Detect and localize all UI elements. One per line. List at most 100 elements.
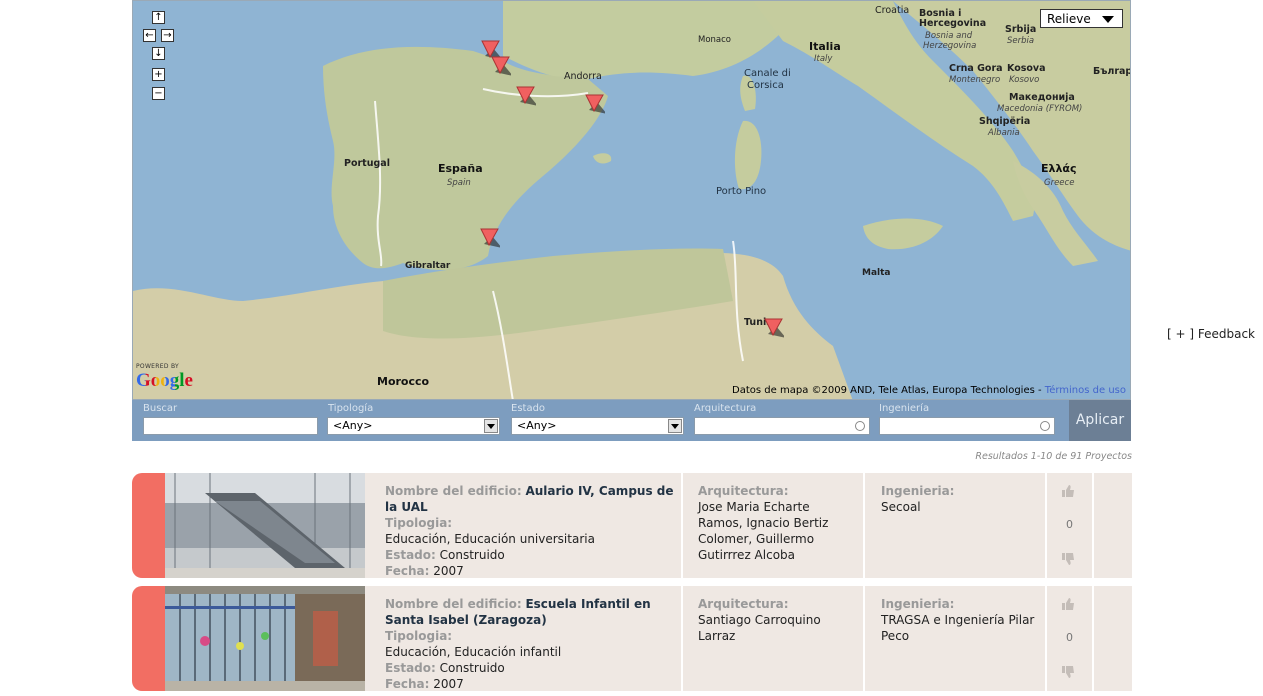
tipologia-select[interactable]: <Any> [327,417,500,435]
result-card: Nombre del edificio: Aulario IV, Campus … [132,473,1132,578]
map-label-macedonia-sub: Macedonia (FYROM) [997,104,1083,114]
map-label-canale: Canale di [744,68,791,79]
map-label-ellas: Ελλάς [1041,162,1077,175]
tipologia-value: Educación, Educación infantil [385,645,562,659]
map-attribution: Datos de mapa ©2009 AND, Tele Atlas, Eur… [732,385,1126,396]
map-marker-pin-icon[interactable] [491,55,511,77]
ingenieria-label: Ingenieria: [881,597,955,611]
estado-select[interactable]: <Any> [511,417,684,435]
building-name-row: Nombre del edificio: Aulario IV, Campus … [385,483,675,515]
apply-button[interactable]: Aplicar [1069,400,1131,441]
estado-label: Estado [511,403,546,414]
map-label-monaco: Monaco [698,35,732,45]
vote-count: 0 [1066,518,1073,531]
vote-count: 0 [1066,631,1073,644]
project-photo[interactable] [165,473,365,578]
ingenieria-input[interactable] [879,417,1055,435]
map-label-gibraltar: Gibraltar [405,261,451,271]
map-label-italia: Italia [809,40,841,53]
autocomplete-indicator-icon [855,421,865,431]
tipologia-value: Educación, Educación universitaria [385,532,595,546]
map-label-italy-sub: Italy [814,54,833,64]
map-marker-pin-icon[interactable] [764,317,784,339]
tipologia-label: Tipologia: [385,516,453,530]
terms-of-use-link[interactable]: Términos de uso [1045,385,1126,396]
thumbs-up-icon[interactable] [1061,484,1075,498]
project-map[interactable]: Croatia Bosnia i Hercegovina Bosnia and … [132,0,1131,400]
google-logo-text: Google [136,370,193,391]
map-label-kosovo-sub: Kosovo [1009,75,1040,85]
pan-down-button[interactable]: ↓ [152,47,165,60]
project-info-column: Nombre del edificio: Escuela Infantil en… [365,586,681,691]
powered-by-label: POWERED BY [136,363,180,370]
map-label-serbia-sub: Serbia [1007,36,1035,46]
map-label-makedonija: Македонија [1009,92,1075,103]
map-label-portugal: Portugal [344,158,390,169]
fecha-row: Fecha: 2007 [385,676,675,692]
estado-label: Estado: [385,661,436,675]
google-logo[interactable]: Google [136,370,193,392]
fecha-value: 2007 [433,564,464,578]
pan-left-button[interactable]: ← [143,29,156,42]
engineering-value: Secoal [881,500,921,514]
map-label-hercegovina-sub: Herzegovina [923,41,977,51]
fecha-value: 2007 [433,677,464,691]
arquitectura-input[interactable] [694,417,870,435]
zoom-out-button[interactable]: − [152,87,165,100]
feedback-link[interactable]: [ + ] Feedback [1167,327,1255,341]
estado-value: Construido [439,548,505,562]
arquitectura-label: Arquitectura: [698,597,789,611]
engineering-value: TRAGSA e Ingeniería Pilar Peco [881,613,1035,643]
thumbs-down-icon[interactable] [1061,552,1075,566]
card-extra-column [1094,586,1132,691]
tipologia-label: Tipologia: [385,629,453,643]
map-label-andorra: Andorra [564,71,602,82]
chevron-down-icon [1102,16,1114,23]
dropdown-arrow-icon[interactable] [668,419,682,433]
project-photo-image [165,586,365,691]
map-marker-pin-icon[interactable] [516,85,536,107]
map-type-select[interactable]: Relieve [1040,9,1123,28]
votes-column: 0 [1047,473,1092,578]
map-label-kosova: Kosova [1007,63,1046,74]
ingenieria-label: Ingeniería [879,403,930,414]
search-input[interactable] [143,417,318,435]
building-name-label: Nombre del edificio: [385,484,522,498]
map-label-bulgaria: Бълrap [1093,66,1131,77]
thumbs-down-icon[interactable] [1061,665,1075,679]
estado-value: Construido [439,661,505,675]
pan-up-button[interactable]: ↑ [152,11,165,24]
map-type-value: Relieve [1047,12,1091,26]
autocomplete-indicator-icon [1040,421,1050,431]
engineering-column: Ingenieria: TRAGSA e Ingeniería Pilar Pe… [865,586,1045,691]
map-marker-pin-icon[interactable] [585,93,605,115]
project-info-column: Nombre del edificio: Aulario IV, Campus … [365,473,681,578]
thumbs-up-icon[interactable] [1061,597,1075,611]
map-terrain [133,1,1130,399]
map-label-montenegro-sub: Montenegro [949,75,1001,85]
arquitectura-label: Arquitectura: [698,484,789,498]
project-photo[interactable] [165,586,365,691]
architects-value: Jose Maria Echarte Ramos, Ignacio Bertiz… [698,500,829,562]
map-label-shqiperia: Shqipëria [979,116,1031,127]
card-extra-column [1094,473,1132,578]
filter-bar: Buscar Tipología <Any> Estado <Any> Arqu… [132,400,1131,441]
votes-column: 0 [1047,586,1092,691]
map-label-spain-sub: Spain [447,178,471,188]
tipologia-label: Tipología [328,403,374,414]
map-label-corsica: Corsica [747,80,784,91]
project-photo-image [165,473,365,578]
estado-label: Estado: [385,548,436,562]
buscar-label: Buscar [143,403,178,414]
map-label-hercegovina: Hercegovina [919,18,987,29]
map-marker-pin-icon[interactable] [480,227,500,249]
zoom-in-button[interactable]: + [152,68,165,81]
map-label-crna-gora: Crna Gora [949,63,1003,74]
map-label-greece-sub: Greece [1044,178,1075,188]
building-name-row: Nombre del edificio: Escuela Infantil en… [385,596,675,628]
dropdown-arrow-icon[interactable] [484,419,498,433]
ingenieria-label: Ingenieria: [881,484,955,498]
pan-right-button[interactable]: → [161,29,174,42]
fecha-label: Fecha: [385,677,430,691]
map-label-srbija: Srbija [1005,24,1037,35]
